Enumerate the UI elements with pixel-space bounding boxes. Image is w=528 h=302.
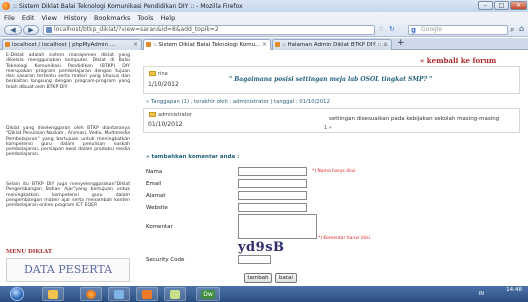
- tab-sistem-diklat[interactable]: :: Sistem Diklat Balai Teknologi Komu...…: [143, 39, 271, 50]
- address-field[interactable]: [238, 191, 307, 200]
- name-required-note: *) Nama harus diisi.: [312, 169, 357, 174]
- bookmark-star-icon[interactable]: ☆: [378, 25, 384, 33]
- start-orb-icon[interactable]: [10, 287, 24, 301]
- tab-close-icon[interactable]: ×: [133, 40, 138, 50]
- url-text: localhost/btkp_diklat/?view=saran&id=8&a…: [54, 26, 219, 33]
- tab-phpmyadmin[interactable]: localhost / localhost | phpMyAdmin ... ×: [2, 39, 142, 50]
- website-field[interactable]: [238, 203, 307, 212]
- forward-icon[interactable]: ▶: [23, 25, 39, 35]
- menu-edit[interactable]: Edit: [22, 14, 35, 22]
- close-icon[interactable]: ✕: [510, 1, 527, 10]
- forum-post: rina 1/10/2012 " Bagaimana posisi settin…: [143, 66, 520, 94]
- window-titlebar: :: Sistem Diklat Balai Teknologi Komunik…: [0, 0, 528, 12]
- new-tab-icon[interactable]: +: [397, 38, 405, 48]
- post-question: " Bagaimana posisi settingan meja lab OS…: [229, 76, 433, 83]
- menu-diklat-heading: MENU DIKLAT: [6, 249, 53, 255]
- post-date: 1/10/2012: [148, 81, 179, 88]
- tab-label: :: Sistem Diklat Balai Teknologi Komu...: [153, 42, 261, 48]
- firefox-icon: [2, 2, 10, 10]
- search-input[interactable]: g Google: [408, 25, 508, 35]
- captcha-image: yd9sB: [238, 240, 285, 255]
- folder-icon[interactable]: [164, 287, 186, 301]
- tab-close-icon[interactable]: ×: [383, 40, 388, 50]
- address-bar[interactable]: localhost/btkp_diklat/?view=saran&id=8&a…: [43, 25, 375, 35]
- home-icon[interactable]: ⌂: [519, 24, 524, 33]
- tab-label: localhost / localhost | phpMyAdmin ...: [12, 42, 116, 48]
- data-peserta-banner[interactable]: DATA PESERTA: [6, 258, 130, 282]
- website-label: Website: [146, 205, 168, 211]
- search-icon[interactable]: ⌕: [510, 25, 514, 35]
- reply-date: 01/10/2012: [148, 121, 183, 128]
- dreamweaver-icon[interactable]: Dw: [196, 287, 220, 301]
- taskbar: Dw IN 14:48: [0, 286, 528, 302]
- reply-text: settingan disesuaikan pada kebijakan sek…: [329, 116, 500, 122]
- menu-view[interactable]: View: [41, 14, 56, 22]
- firefox-icon[interactable]: [80, 287, 102, 301]
- name-label: Nama: [146, 169, 163, 175]
- language-indicator[interactable]: IN: [479, 291, 484, 298]
- email-field[interactable]: [238, 179, 307, 188]
- reply-header: » Tanggapan (1) , terakhir oleh : admini…: [146, 99, 330, 105]
- menu-tools[interactable]: Tools: [137, 14, 153, 22]
- menu-file[interactable]: File: [4, 14, 15, 22]
- tab-close-icon[interactable]: ×: [262, 40, 267, 50]
- address-label: Alamat: [146, 193, 166, 199]
- menu-bookmarks[interactable]: Bookmarks: [94, 14, 130, 22]
- envelope-icon: [149, 112, 156, 117]
- google-icon: g: [411, 26, 417, 34]
- menu-help[interactable]: Help: [160, 14, 175, 22]
- security-code-field[interactable]: [238, 255, 271, 264]
- back-icon[interactable]: ◀: [4, 25, 22, 35]
- tab-favicon-icon: [275, 42, 280, 47]
- menu-history[interactable]: History: [64, 14, 87, 22]
- security-code-label: Security Code: [146, 257, 185, 263]
- window-icon[interactable]: [108, 287, 130, 301]
- orange-app-icon[interactable]: [136, 287, 158, 301]
- search-placeholder: Google: [421, 26, 443, 33]
- email-label: Email: [146, 181, 162, 187]
- back-to-forum-link[interactable]: « kembali ke forum: [420, 56, 496, 65]
- refresh-icon[interactable]: ↻: [389, 25, 395, 33]
- navigation-toolbar: ◀ ▶ localhost/btkp_diklat/?view=saran&id…: [0, 23, 528, 37]
- envelope-icon: [149, 71, 156, 76]
- maximize-icon[interactable]: □: [494, 1, 509, 10]
- tab-favicon-icon: [146, 42, 151, 47]
- post-author: rina: [158, 71, 168, 77]
- forum-reply: administrator 01/10/2012 settingan dises…: [143, 108, 520, 133]
- tab-label: :: Halaman Admin Diklat BTKP DIY :: ...: [282, 42, 389, 48]
- comment-label: Komentar: [146, 224, 173, 230]
- add-comment-title: » tambahkan komentar anda :: [146, 154, 240, 160]
- comment-textarea[interactable]: [238, 214, 317, 239]
- comment-required-note: *) Komentar harus diisi.: [318, 236, 372, 241]
- sidebar-intro-text: E-Diklat adalah sistem manajemen diklat …: [6, 53, 130, 90]
- cancel-button[interactable]: batal: [275, 273, 297, 283]
- window-title: :: Sistem Diklat Balai Teknologi Komunik…: [13, 2, 243, 10]
- pagination[interactable]: 1 »: [324, 125, 332, 131]
- sidebar-diklat-text: Diklat yang diselenggaran oleh BTKP dian…: [6, 126, 130, 158]
- tab-halaman-admin[interactable]: :: Halaman Admin Diklat BTKP DIY :: ... …: [272, 39, 392, 50]
- submit-button[interactable]: tambah: [244, 273, 272, 283]
- tab-bar: localhost / localhost | phpMyAdmin ... ×…: [0, 38, 528, 50]
- name-field[interactable]: [238, 167, 307, 176]
- explorer-icon[interactable]: [42, 287, 64, 301]
- sidebar: E-Diklat adalah sistem manajemen diklat …: [0, 51, 140, 285]
- sidebar-selain-text: Selain itu BTKP DIY juga menyelenggaraka…: [6, 182, 130, 209]
- tab-favicon-icon: [5, 42, 10, 47]
- clock[interactable]: 14:48: [506, 287, 522, 294]
- minimize-icon[interactable]: –: [478, 1, 493, 10]
- site-favicon-icon: [46, 27, 52, 33]
- reply-author: administrator: [158, 112, 192, 118]
- menu-bar: File Edit View History Bookmarks Tools H…: [0, 12, 528, 23]
